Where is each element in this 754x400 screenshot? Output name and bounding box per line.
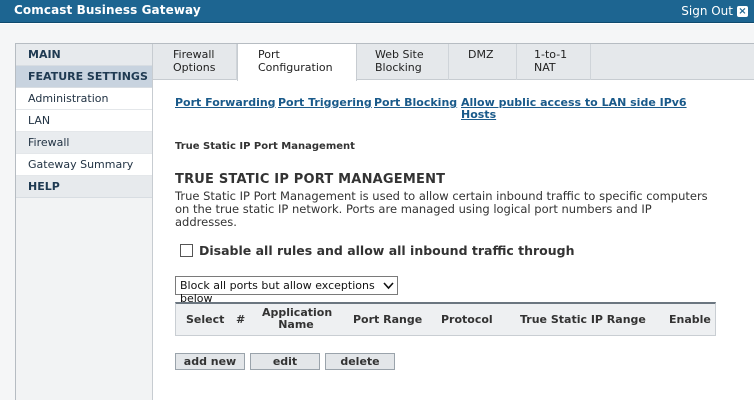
section-heading: TRUE STATIC IP PORT MANAGEMENT	[175, 172, 446, 187]
link-ipv6-line2: Hosts	[461, 108, 497, 121]
nav-item-lan[interactable]: LAN	[16, 110, 152, 132]
col-protocol: Protocol	[441, 313, 493, 326]
tab-label-line2: Configuration	[258, 61, 333, 74]
chevron-down-icon	[383, 282, 394, 290]
col-port-range: Port Range	[353, 313, 423, 326]
col-select: Select	[186, 313, 225, 326]
link-port-forwarding[interactable]: Port Forwarding	[175, 97, 276, 109]
nav-item-firewall[interactable]: Firewall	[16, 132, 152, 154]
tab-bar: Firewall Options Port Configuration Web …	[153, 44, 754, 81]
tab-label-line2: Blocking	[375, 61, 422, 74]
link-port-triggering[interactable]: Port Triggering	[278, 97, 372, 109]
tab-label-line1: DMZ	[468, 48, 494, 61]
delete-button[interactable]: delete	[325, 353, 395, 370]
port-rules-table-header: Select # Application Name Port Range Pro…	[175, 302, 716, 336]
content-area: Port Forwarding Port Triggering Port Blo…	[153, 81, 754, 400]
tab-label-line1: Web Site	[375, 48, 424, 61]
close-icon: ×	[737, 5, 748, 17]
nav-item-administration[interactable]: Administration	[16, 88, 152, 110]
col-true-static-ip-range: True Static IP Range	[520, 313, 646, 326]
nav-item-gateway-summary[interactable]: Gateway Summary	[16, 154, 152, 176]
port-policy-select[interactable]: Block all ports but allow exceptions bel…	[175, 276, 398, 305]
tab-dmz[interactable]: DMZ	[449, 44, 517, 80]
tab-label-line2: NAT	[534, 61, 556, 74]
sign-out-button[interactable]: Sign Out ×	[681, 4, 748, 18]
nav-feature-settings[interactable]: FEATURE SETTINGS	[16, 66, 152, 88]
tab-firewall-options[interactable]: Firewall Options	[153, 44, 237, 80]
app-title: Comcast Business Gateway	[14, 3, 201, 17]
disable-rules-row: Disable all rules and allow all inbound …	[180, 243, 575, 258]
top-header-bar: Comcast Business Gateway Sign Out ×	[0, 0, 754, 23]
add-new-button[interactable]: add new	[175, 353, 245, 370]
col-number: #	[236, 313, 246, 326]
tab-label-line1: 1-to-1	[534, 48, 568, 61]
tab-label-line2: Options	[173, 61, 216, 74]
tab-web-site-blocking[interactable]: Web Site Blocking	[357, 44, 449, 80]
disable-rules-label: Disable all rules and allow all inbound …	[199, 243, 575, 258]
tab-label-line1: Port	[258, 48, 280, 61]
breadcrumb: True Static IP Port Management	[175, 141, 355, 152]
col-application-name-line2: Name	[278, 318, 314, 331]
tab-label-line1: Firewall	[173, 48, 215, 61]
tab-port-configuration[interactable]: Port Configuration	[237, 44, 357, 81]
link-port-blocking[interactable]: Port Blocking	[374, 97, 457, 109]
col-enable: Enable	[669, 313, 711, 326]
col-application-name: Application Name	[262, 307, 332, 331]
sign-out-label: Sign Out	[681, 4, 733, 18]
link-ipv6-public-access[interactable]: Allow public access to LAN side IPv6 Hos…	[461, 97, 687, 121]
main-panel: MAIN FEATURE SETTINGS Administration LAN…	[15, 43, 754, 400]
edit-button[interactable]: edit	[250, 353, 320, 370]
nav-main[interactable]: MAIN	[16, 44, 152, 66]
tab-1-to-1-nat[interactable]: 1-to-1 NAT	[517, 44, 591, 80]
left-navigation: MAIN FEATURE SETTINGS Administration LAN…	[16, 44, 153, 400]
nav-help[interactable]: HELP	[16, 176, 152, 198]
disable-rules-checkbox[interactable]	[180, 244, 193, 257]
section-description: True Static IP Port Management is used t…	[175, 189, 708, 229]
